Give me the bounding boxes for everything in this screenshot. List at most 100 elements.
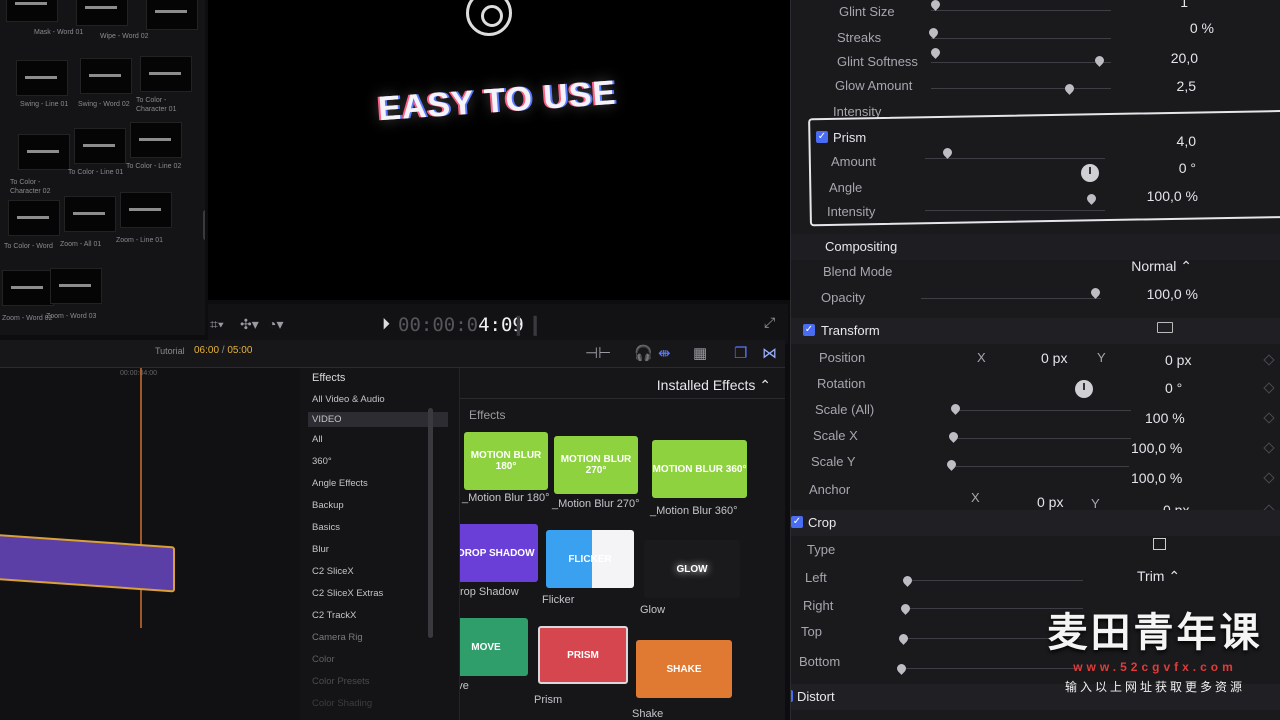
thumbnail[interactable]: [2, 270, 54, 306]
compositing-section[interactable]: Compositing: [791, 234, 1280, 260]
skimming-icon[interactable]: ⊣⊢: [585, 344, 611, 362]
category-item[interactable]: All Video & Audio: [308, 392, 448, 407]
play-icon[interactable]: ⏵: [382, 316, 390, 334]
effect-tile[interactable]: DROP SHADOW: [460, 524, 538, 582]
scale-y-value[interactable]: 100,0 %: [1131, 470, 1182, 486]
thumbnail[interactable]: [130, 122, 182, 158]
effect-tile[interactable]: FLICKER: [546, 530, 634, 588]
param-value[interactable]: 1: [1180, 0, 1188, 10]
effect-tile[interactable]: MOTION BLUR 360°: [652, 440, 747, 498]
browser-scrollbar[interactable]: [203, 210, 205, 240]
slider-knob[interactable]: [947, 430, 960, 443]
slider-knob[interactable]: [901, 574, 914, 587]
category-item[interactable]: Color: [308, 652, 448, 667]
thumbnail[interactable]: [140, 56, 192, 92]
transitions-icon[interactable]: ⋈: [762, 344, 777, 362]
timeline-clip[interactable]: [0, 533, 175, 593]
onscreen-control-icon[interactable]: [466, 0, 512, 36]
slider-track[interactable]: [925, 210, 1105, 211]
slider-knob[interactable]: [945, 458, 958, 471]
fullscreen-icon[interactable]: ⤢: [764, 314, 775, 331]
speed-tool-icon[interactable]: ◔▾: [268, 316, 283, 333]
slider-knob[interactable]: [1093, 54, 1106, 67]
category-item[interactable]: Color Presets: [308, 674, 448, 689]
effect-tile[interactable]: PRISM: [538, 626, 628, 684]
param-value[interactable]: 0 %: [1190, 20, 1214, 36]
prism-checkbox[interactable]: ✓: [816, 131, 828, 143]
crop-type-select[interactable]: Trim ⌃: [1137, 568, 1180, 585]
crop-onscreen-icon[interactable]: [1153, 538, 1166, 550]
timeline[interactable]: 00:00:04:00: [0, 368, 300, 720]
thumbnail[interactable]: [50, 268, 102, 304]
anchor-x-value[interactable]: 0 px: [1037, 494, 1063, 510]
slider-track[interactable]: [931, 88, 1111, 89]
position-x-value[interactable]: 0 px: [1041, 350, 1067, 366]
browser-toggle-icon[interactable]: ❐: [734, 344, 747, 362]
thumbnail[interactable]: [18, 134, 70, 170]
blend-mode-select[interactable]: Normal ⌃: [1131, 258, 1192, 275]
keyframe-icon[interactable]: [1263, 442, 1275, 454]
category-item[interactable]: Basics: [308, 520, 448, 535]
headphones-icon[interactable]: 🎧: [634, 344, 653, 362]
angle-dial[interactable]: [1081, 164, 1099, 182]
crop-section[interactable]: ✓ Crop: [791, 510, 1280, 536]
slider-knob[interactable]: [929, 46, 942, 59]
keyframe-icon[interactable]: [1263, 412, 1275, 424]
slider-knob[interactable]: [949, 402, 962, 415]
categories-scrollbar[interactable]: [428, 408, 433, 638]
slider-knob[interactable]: [895, 662, 908, 675]
thumbnail[interactable]: [80, 58, 132, 94]
effect-tile[interactable]: GLOW: [644, 540, 740, 598]
transform-tool-icon[interactable]: ✣▾: [240, 316, 259, 333]
thumbnail[interactable]: [8, 200, 60, 236]
slider-track[interactable]: [951, 438, 1131, 439]
slider-track[interactable]: [931, 38, 1111, 39]
effect-tile[interactable]: MOTION BLUR 270°: [554, 436, 638, 494]
slider-track[interactable]: [931, 62, 1111, 63]
category-item[interactable]: Camera Rig: [308, 630, 448, 645]
category-item[interactable]: Blur: [308, 542, 448, 557]
scale-all-value[interactable]: 100 %: [1145, 410, 1185, 426]
film-icon[interactable]: ▦: [693, 344, 707, 362]
thumbnail[interactable]: [16, 60, 68, 96]
crop-checkbox[interactable]: ✓: [791, 516, 803, 528]
keyframe-icon[interactable]: [1263, 354, 1275, 366]
rotation-value[interactable]: 0 °: [1165, 380, 1182, 396]
slider-track[interactable]: [931, 10, 1111, 11]
timecode-display[interactable]: 00:00:04:09: [398, 314, 524, 336]
slider-knob[interactable]: [1063, 82, 1076, 95]
slider-track[interactable]: [903, 580, 1083, 581]
slider-track[interactable]: [951, 410, 1131, 411]
effect-tile[interactable]: MOVE: [460, 618, 528, 676]
thumbnail[interactable]: [76, 0, 128, 26]
keyframe-icon[interactable]: [1263, 382, 1275, 394]
param-value[interactable]: 2,5: [1177, 78, 1196, 94]
category-item[interactable]: Color Shading: [308, 696, 448, 711]
scale-x-value[interactable]: 100,0 %: [1131, 440, 1182, 456]
slider-knob[interactable]: [927, 26, 940, 39]
prism-value[interactable]: 4,0: [1177, 133, 1196, 149]
transform-checkbox[interactable]: ✓: [803, 324, 815, 336]
slider-track[interactable]: [925, 158, 1105, 159]
category-item[interactable]: C2 SliceX: [308, 564, 448, 579]
distort-checkbox[interactable]: ✓: [791, 690, 793, 702]
param-value[interactable]: 20,0: [1171, 50, 1198, 66]
crop-tool-icon[interactable]: ⌗▾: [210, 316, 224, 333]
effect-tile[interactable]: SHAKE: [636, 640, 732, 698]
opacity-value[interactable]: 100,0 %: [1147, 286, 1198, 302]
slider-knob[interactable]: [897, 632, 910, 645]
category-item[interactable]: All: [308, 432, 448, 447]
opacity-slider-knob[interactable]: [1089, 286, 1102, 299]
category-item[interactable]: C2 SliceX Extras: [308, 586, 448, 601]
category-item[interactable]: Angle Effects: [308, 476, 448, 491]
keyframe-icon[interactable]: [1263, 472, 1275, 484]
effects-source-select[interactable]: Installed Effects ⌃: [657, 377, 771, 394]
category-item[interactable]: 360°: [308, 454, 448, 469]
intensity-value[interactable]: 100,0 %: [1147, 188, 1198, 204]
thumbnail[interactable]: [6, 0, 58, 22]
transform-onscreen-icon[interactable]: [1157, 322, 1173, 333]
opacity-slider-track[interactable]: [921, 298, 1101, 299]
angle-value[interactable]: 0 °: [1179, 160, 1196, 176]
slider-track[interactable]: [949, 466, 1129, 467]
category-item[interactable]: Backup: [308, 498, 448, 513]
